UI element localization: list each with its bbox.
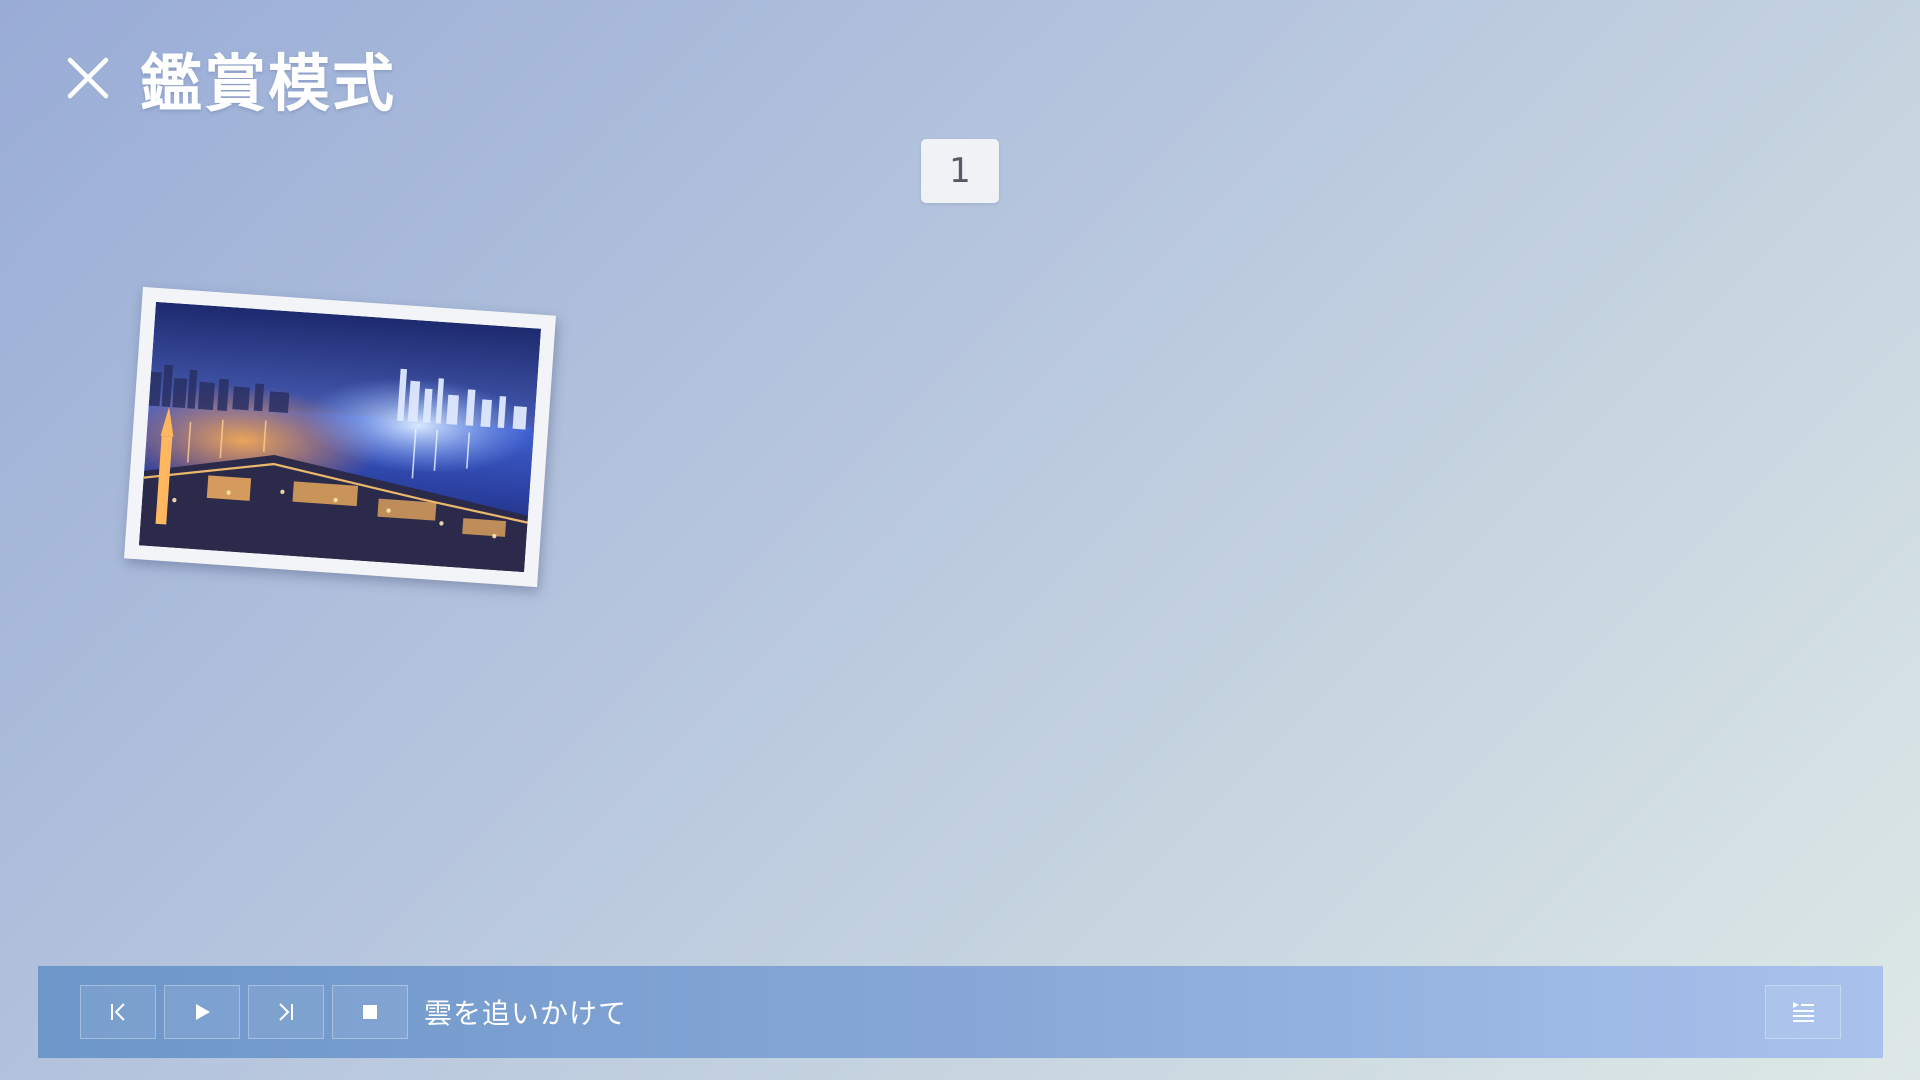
close-icon [67, 57, 109, 99]
play-icon [196, 1004, 210, 1020]
next-track-button[interactable] [248, 985, 324, 1039]
track-title: 雲を追いかけて [424, 997, 628, 1030]
page-counter: 1 [921, 139, 999, 203]
play-button[interactable] [164, 985, 240, 1039]
header: 鑑賞模式 [62, 34, 396, 122]
playlist-button[interactable] [1765, 985, 1841, 1039]
music-player-bar: 雲を追いかけて [38, 966, 1883, 1058]
photo-card[interactable] [124, 286, 556, 588]
close-button[interactable] [62, 52, 114, 104]
skip-next-icon [279, 1003, 293, 1021]
playlist-icon [1793, 1002, 1814, 1022]
stop-button[interactable] [332, 985, 408, 1039]
page-title: 鑑賞模式 [140, 47, 397, 120]
previous-track-button[interactable] [80, 985, 156, 1039]
night-city-photo [138, 301, 542, 573]
skip-previous-icon [111, 1003, 125, 1021]
stop-icon [363, 1005, 377, 1019]
